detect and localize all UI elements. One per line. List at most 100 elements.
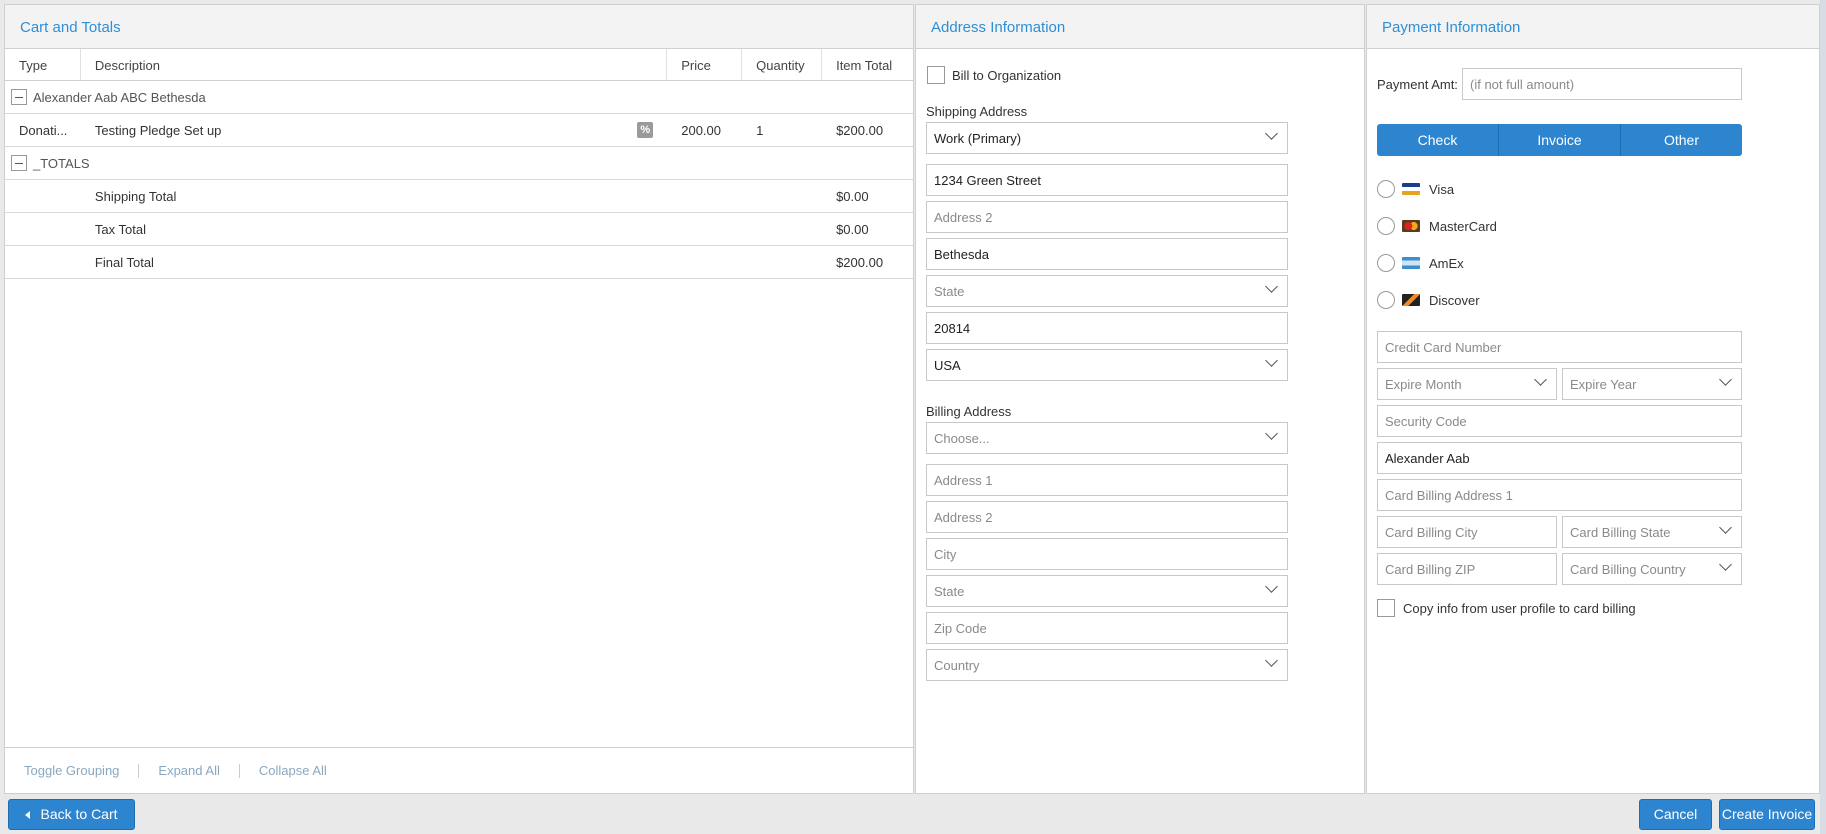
collapse-all-link[interactable]: Collapse All [259, 763, 327, 778]
item-type: Donati... [19, 122, 68, 138]
card-billing-city-field[interactable]: Card Billing City [1377, 516, 1557, 548]
discount-icon[interactable]: % [637, 121, 654, 138]
cart-panel-title: Cart and Totals [5, 5, 913, 49]
mastercard-card-icon [1402, 220, 1420, 232]
shipping-address2-field[interactable]: Address 2 [926, 201, 1288, 233]
billing-zip-field[interactable]: Zip Code [926, 612, 1288, 644]
amex-radio[interactable] [1377, 254, 1395, 272]
payment-method-group: Check Invoice Other [1377, 124, 1742, 156]
shipping-state-select[interactable]: State [926, 275, 1288, 307]
card-billing-address-field[interactable]: Card Billing Address 1 [1377, 479, 1742, 511]
shipping-city-field[interactable]: Bethesda [926, 238, 1288, 270]
total-value: $200.00 [836, 254, 884, 270]
cart-grid-header: Type Description Price Quantity Item Tot… [5, 49, 913, 81]
item-price: 200.00 [681, 122, 721, 138]
billing-address2-field[interactable]: Address 2 [926, 501, 1288, 533]
table-row: Tax Total $0.00 [5, 213, 913, 246]
divider [138, 763, 140, 778]
security-code-field[interactable]: Security Code [1377, 405, 1742, 437]
divider [238, 763, 240, 778]
chevron-down-icon [1534, 375, 1548, 389]
bill-to-organization-checkbox[interactable] [927, 66, 945, 84]
expire-year-select[interactable]: Expire Year [1562, 368, 1742, 400]
column-header-price[interactable]: Price [667, 49, 743, 80]
payment-amount-field[interactable]: (if not full amount) [1462, 68, 1742, 100]
collapse-group-icon[interactable] [11, 155, 27, 171]
billing-state-select[interactable]: State [926, 575, 1288, 607]
billing-address-label: Billing Address [926, 404, 1012, 419]
chevron-down-icon [1719, 523, 1733, 537]
visa-radio[interactable] [1377, 180, 1395, 198]
group-label: Alexander Aab ABC Bethesda [33, 89, 206, 105]
card-billing-zip-field[interactable]: Card Billing ZIP [1377, 553, 1557, 585]
bill-to-organization-label: Bill to Organization [952, 68, 1062, 83]
visa-card-icon [1402, 183, 1420, 195]
payment-method-invoice-button[interactable]: Invoice [1499, 124, 1621, 156]
window-edge [1820, 0, 1826, 834]
total-label: Shipping Total [94, 188, 177, 204]
cancel-button[interactable]: Cancel [1639, 799, 1712, 830]
item-quantity: 1 [756, 122, 764, 138]
payment-method-check-button[interactable]: Check [1377, 124, 1499, 156]
chevron-down-icon [1719, 375, 1733, 389]
mastercard-radio[interactable] [1377, 217, 1395, 235]
total-label: Tax Total [94, 221, 146, 237]
card-billing-state-select[interactable]: Card Billing State [1562, 516, 1742, 548]
shipping-zip-field[interactable]: 20814 [926, 312, 1288, 344]
mastercard-label: MasterCard [1429, 219, 1497, 234]
address-panel: Address Information Bill to Organization… [915, 4, 1365, 794]
card-billing-country-select[interactable]: Card Billing Country [1562, 553, 1742, 585]
payment-method-other-button[interactable]: Other [1621, 124, 1742, 156]
chevron-down-icon [1265, 282, 1279, 296]
back-to-cart-button[interactable]: Back to Cart [8, 799, 135, 830]
shipping-country-select[interactable]: USA [926, 349, 1288, 381]
arrow-left-icon [25, 811, 31, 820]
amex-label: AmEx [1429, 256, 1464, 271]
shipping-type-select[interactable]: Work (Primary) [926, 122, 1288, 154]
shipping-address-label: Shipping Address [926, 104, 1028, 119]
item-description: Testing Pledge Set up [94, 122, 222, 138]
shipping-address1-field[interactable]: 1234 Green Street [926, 164, 1288, 196]
expire-month-select[interactable]: Expire Month [1377, 368, 1557, 400]
toggle-grouping-link[interactable]: Toggle Grouping [24, 763, 119, 778]
card-name-field[interactable]: Alexander Aab [1377, 442, 1742, 474]
expand-all-link[interactable]: Expand All [158, 763, 219, 778]
chevron-down-icon [1265, 429, 1279, 443]
group-label: _TOTALS [33, 155, 90, 171]
column-header-item-total[interactable]: Item Total [822, 49, 913, 80]
collapse-group-icon[interactable] [11, 89, 27, 105]
payment-amount-label: Payment Amt: [1377, 77, 1458, 92]
credit-card-number-field[interactable]: Credit Card Number [1377, 331, 1742, 363]
copy-info-checkbox[interactable] [1377, 599, 1395, 617]
discover-radio[interactable] [1377, 291, 1395, 309]
payment-panel: Payment Information Payment Amt: (if not… [1366, 4, 1820, 794]
chevron-down-icon [1719, 560, 1733, 574]
item-description-cell: Testing Pledge Set up % [81, 121, 667, 138]
column-header-type[interactable]: Type [5, 49, 81, 80]
chevron-down-icon [1265, 129, 1279, 143]
billing-country-select[interactable]: Country [926, 649, 1288, 681]
discover-card-icon [1402, 294, 1420, 306]
billing-address-choose-select[interactable]: Choose... [926, 422, 1288, 454]
total-value: $0.00 [836, 221, 869, 237]
billing-address1-field[interactable]: Address 1 [926, 464, 1288, 496]
table-row: Shipping Total $0.00 [5, 180, 913, 213]
total-value: $0.00 [836, 188, 869, 204]
column-header-description[interactable]: Description [81, 49, 668, 80]
billing-city-field[interactable]: City [926, 538, 1288, 570]
table-row: Final Total $200.00 [5, 246, 913, 279]
chevron-down-icon [1265, 656, 1279, 670]
item-total: $200.00 [836, 122, 884, 138]
cart-grid-footer: Toggle Grouping Expand All Collapse All [5, 747, 913, 793]
amex-card-icon [1402, 257, 1420, 269]
chevron-down-icon [1265, 356, 1279, 370]
column-header-quantity[interactable]: Quantity [742, 49, 823, 80]
payment-panel-title: Payment Information [1367, 5, 1819, 49]
table-row[interactable]: Donati... Testing Pledge Set up % 200.00… [5, 114, 913, 147]
visa-label: Visa [1429, 182, 1455, 197]
create-invoice-button[interactable]: Create Invoice [1719, 799, 1815, 830]
copy-info-label: Copy info from user profile to card bill… [1403, 601, 1636, 616]
total-label: Final Total [94, 254, 154, 270]
discover-label: Discover [1429, 293, 1480, 308]
chevron-down-icon [1265, 582, 1279, 596]
